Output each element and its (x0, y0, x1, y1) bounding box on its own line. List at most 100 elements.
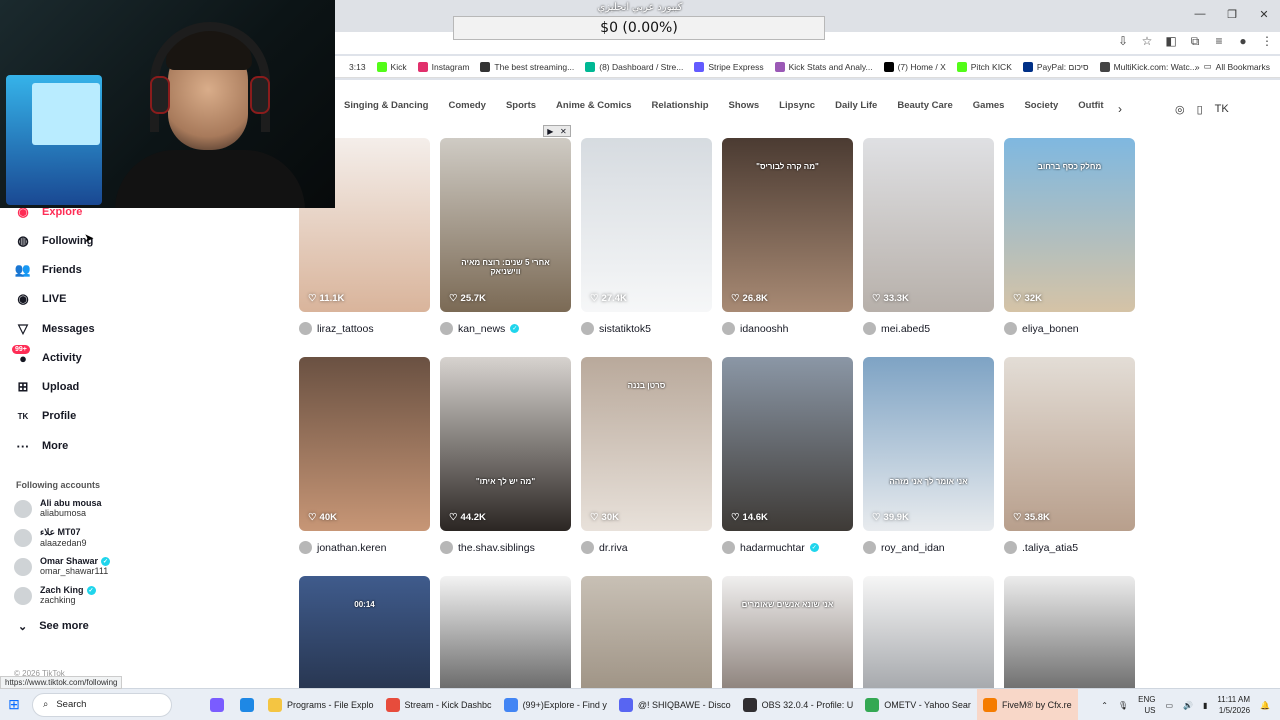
taskbar-app[interactable]: (99+)Explore - Find y (498, 689, 613, 720)
taskbar-app[interactable]: Stream - Kick Dashbc (380, 689, 498, 720)
video-card[interactable]: ♡ 27.4K sistatiktok5 (581, 138, 712, 335)
video-author[interactable]: kan_news ✓ (440, 322, 571, 335)
sidebar-item-following[interactable]: ◍ Following (14, 229, 93, 253)
video-author[interactable]: idanooshh (722, 322, 853, 335)
install-icon[interactable]: ⇩ (1116, 34, 1130, 49)
video-thumbnail[interactable]: ♡ 27.4K (581, 138, 712, 312)
taskbar-app[interactable]: @! SHIQBAWE - Disco (613, 689, 737, 720)
profile-avatar[interactable]: TK (1215, 103, 1229, 116)
tab-anime-comics[interactable]: Anime & Comics (556, 100, 632, 120)
restore-button[interactable]: ❐ (1216, 0, 1248, 28)
tab-daily-life[interactable]: Daily Life (835, 100, 877, 120)
taskbar-app[interactable]: FiveM® by Cfx.re (976, 688, 1078, 720)
video-card[interactable]: "מה קרה לבוריס" ♡ 26.8K idanooshh (722, 138, 853, 335)
chevron-up-icon[interactable]: ⌃ (1101, 701, 1108, 710)
sidebar-item-profile[interactable]: TK Profile (14, 404, 77, 428)
bookmark-item[interactable]: 3:13 (335, 62, 366, 72)
close-icon[interactable]: ✕ (560, 127, 567, 136)
tab-beauty-care[interactable]: Beauty Care (897, 100, 952, 120)
video-author[interactable]: mei.abed5 (863, 322, 994, 335)
microphone-icon[interactable]: 🎙 (1118, 701, 1128, 710)
video-author[interactable]: liraz_tattoos (299, 322, 430, 335)
video-author[interactable]: hadarmuchtar ✓ (722, 541, 853, 554)
sidebar-item-messages[interactable]: ▽ Messages (14, 317, 95, 341)
video-card[interactable]: ♡ 14.6K hadarmuchtar ✓ (722, 357, 853, 554)
network-icon[interactable]: ▭ (1165, 701, 1173, 710)
bookmark-item[interactable]: Stripe Express (694, 61, 764, 72)
tab-outfit[interactable]: Outfit (1078, 100, 1103, 120)
taskbar-search[interactable]: ⌕ Search (32, 692, 172, 717)
video-thumbnail[interactable]: סרטן בננה ♡ 30K (581, 357, 712, 531)
following-account[interactable]: Zach King ✓ zachking (14, 585, 96, 605)
bookmark-item[interactable]: (7) Home / X (883, 61, 946, 72)
tab-singing-dancing[interactable]: Singing & Dancing (344, 100, 428, 120)
bookmark-item[interactable]: Pitch KICK (956, 61, 1012, 72)
sidebar-item-live[interactable]: ◉ LIVE (14, 287, 66, 311)
video-thumbnail[interactable]: מחלק כסף ברחוב ♡ 32K (1004, 138, 1135, 312)
ad-close[interactable]: ▶ ✕ (543, 125, 571, 137)
tab-sports[interactable]: Sports (506, 100, 536, 120)
coins-icon[interactable]: ◎ (1175, 103, 1185, 116)
see-more-button[interactable]: ⌄ See more (18, 620, 89, 633)
sidebar-item-friends[interactable]: 👥 Friends (14, 258, 82, 282)
battery-icon[interactable]: ▮ (1203, 701, 1207, 710)
video-thumbnail[interactable]: ♡ 33.3K (863, 138, 994, 312)
tab-relationship[interactable]: Relationship (652, 100, 709, 120)
tab-shows[interactable]: Shows (729, 100, 760, 120)
video-thumbnail[interactable]: "מה קרה לבוריס" ♡ 26.8K (722, 138, 853, 312)
video-thumbnail[interactable]: "מה יש לך איתו" ♡ 44.2K (440, 357, 571, 531)
tab-society[interactable]: Society (1024, 100, 1058, 120)
bookmark-item[interactable]: PayPal: סיכום (1022, 61, 1089, 72)
device-icon[interactable]: ▯ (1197, 103, 1203, 116)
video-card[interactable]: ♡ 40K jonathan.keren (299, 357, 430, 554)
kebab-menu-icon[interactable]: ⋮ (1260, 34, 1274, 49)
video-author[interactable]: eliya_bonen (1004, 322, 1135, 335)
video-author[interactable]: sistatiktok5 (581, 322, 712, 335)
video-author[interactable]: dr.riva (581, 541, 712, 554)
video-author[interactable]: jonathan.keren (299, 541, 430, 554)
tab-comedy[interactable]: Comedy (448, 100, 485, 120)
video-thumbnail[interactable]: אני אומר לך אני מזהה ♡ 39.9K (863, 357, 994, 531)
video-author[interactable]: roy_and_idan (863, 541, 994, 554)
following-account[interactable]: علاء MT07 alaazedan9 (14, 527, 87, 548)
following-account[interactable]: Ali abu mousa aliabumosa (14, 498, 102, 518)
bookmark-item[interactable]: (8) Dashboard / Stre... (585, 61, 683, 72)
video-card[interactable]: "מה יש לך איתו" ♡ 44.2K the.shav.siblings (440, 357, 571, 554)
sidebar-item-more[interactable]: ··· More (14, 434, 69, 458)
bookmark-item[interactable]: Kick Stats and Analy... (774, 61, 873, 72)
video-author[interactable]: the.shav.siblings (440, 541, 571, 554)
video-card[interactable]: ♡ 35.8K .taliya_atia5 (1004, 357, 1135, 554)
video-thumbnail[interactable]: ♡ 14.6K (722, 357, 853, 531)
windows-start-icon[interactable]: ⊞ (0, 689, 28, 720)
puzzle-icon[interactable]: ⧉ (1188, 34, 1202, 49)
video-thumbnail[interactable]: אחרי 5 שנים: רוצח מאיה ווישניאק ♡ 25.7K (440, 138, 571, 312)
more-bookmarks-icon[interactable]: » (1195, 62, 1200, 72)
sidebar-item-activity[interactable]: ● 99+ Activity (12, 345, 82, 370)
tab-lipsync[interactable]: Lipsync (779, 100, 815, 120)
video-card[interactable]: אני אומר לך אני מזהה ♡ 39.9K roy_and_idan (863, 357, 994, 554)
star-icon[interactable]: ☆ (1140, 34, 1154, 49)
bookmark-item[interactable]: The best streaming... (480, 61, 574, 72)
minimize-button[interactable]: — (1184, 0, 1216, 28)
all-bookmarks[interactable]: » ▭ All Bookmarks (1195, 61, 1270, 72)
following-account[interactable]: Omar Shawar ✓ omar_shawar111 (14, 556, 111, 576)
bookmark-item[interactable]: Instagram (417, 61, 469, 72)
video-card[interactable]: סרטן בננה ♡ 30K dr.riva (581, 357, 712, 554)
notification-icon[interactable]: 🔔 (1260, 701, 1270, 710)
taskbar-app[interactable]: OMETV - Yahoo Sear (859, 689, 977, 720)
tab-games[interactable]: Games (973, 100, 1005, 120)
chevron-right-icon[interactable]: › (1118, 102, 1122, 116)
language-indicator[interactable]: ENG US (1138, 694, 1155, 716)
video-thumbnail[interactable]: ♡ 35.8K (1004, 357, 1135, 531)
taskbar-app-icon[interactable] (202, 689, 232, 720)
taskbar-app[interactable]: Programs - File Explo (262, 689, 380, 720)
taskbar-app[interactable]: OBS 32.0.4 - Profile: U (737, 689, 860, 720)
tab-search-icon[interactable]: ≡ (1212, 34, 1226, 49)
video-thumbnail[interactable]: ♡ 40K (299, 357, 430, 531)
clock[interactable]: 11:11 AM 1/5/2026 (1217, 694, 1250, 716)
extension-icon[interactable]: ◧ (1164, 34, 1178, 49)
video-author[interactable]: .taliya_atia5 (1004, 541, 1135, 554)
sidebar-item-upload[interactable]: ⊞ Upload (14, 375, 80, 399)
video-card[interactable]: מחלק כסף ברחוב ♡ 32K eliya_bonen (1004, 138, 1135, 335)
taskbar-app-icon[interactable] (232, 689, 262, 720)
